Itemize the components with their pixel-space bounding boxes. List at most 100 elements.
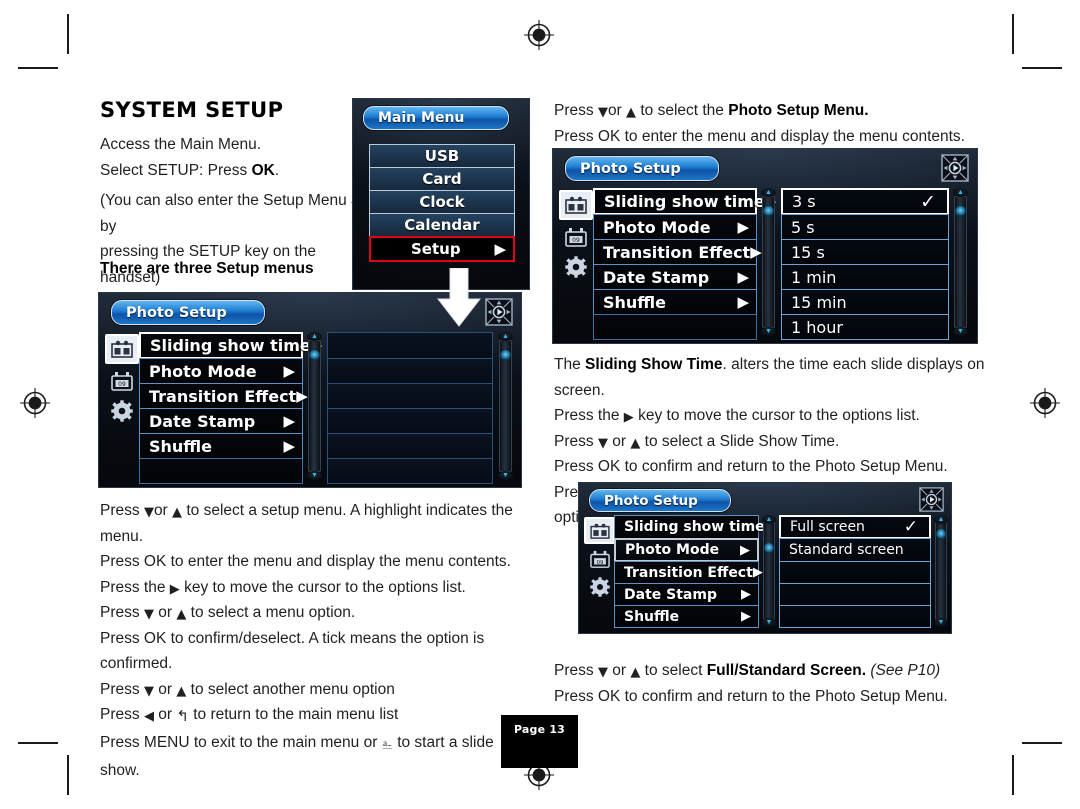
options-scrollbar-thumb[interactable] xyxy=(955,206,966,217)
gallery-icon[interactable] xyxy=(105,334,139,364)
menu-scrollbar-thumb[interactable] xyxy=(309,350,320,361)
menu-item-date-stamp[interactable]: Date Stamp ▶ xyxy=(593,264,757,290)
menu-scrollbar-thumb[interactable] xyxy=(763,206,774,217)
menu-item-date-stamp[interactable]: Date Stamp ▶ xyxy=(614,583,759,606)
menu-scrollbar[interactable]: ▲ ▼ xyxy=(762,515,776,627)
options-scrollbar[interactable]: ▲ ▼ xyxy=(953,188,968,336)
gear-icon[interactable] xyxy=(561,254,591,280)
scroll-down-icon[interactable]: ▼ xyxy=(761,327,776,336)
main-menu-item-setup-label: Setup xyxy=(411,240,461,258)
menu-item-shuffle[interactable]: Shuffle ▶ xyxy=(614,605,759,628)
menu-item-shuffle[interactable]: Shuffle ▶ xyxy=(139,433,303,459)
camera-icon[interactable]: 09 xyxy=(561,224,591,250)
main-menu-item-setup[interactable]: Setup ▶ xyxy=(369,236,515,262)
options-scrollbar-thumb[interactable] xyxy=(500,350,511,361)
option-label-1min: 1 min xyxy=(791,267,837,287)
scroll-up-icon[interactable]: ▲ xyxy=(953,188,968,197)
chevron-right-icon: ▶ xyxy=(740,542,750,558)
gear-icon[interactable] xyxy=(107,398,137,424)
option-label-standard-screen: Standard screen xyxy=(789,542,904,558)
see-p10-token: (See P10) xyxy=(870,662,941,679)
page-number-chip: Page 13 xyxy=(501,715,578,768)
option-row-15s[interactable]: 15 s xyxy=(781,239,949,265)
photo-setup-mode-screen: Photo Setup 09 Sliding show time Photo M… xyxy=(578,482,952,634)
menu-scrollbar-thumb[interactable] xyxy=(764,543,774,554)
middle-line-2: Press the ▶ key to move the cursor to th… xyxy=(554,407,920,425)
photo-setup-mode-menu-list: Sliding show time ▶ Photo Mode ▶ Transit… xyxy=(614,515,775,628)
main-menu-item-calendar[interactable]: Calendar xyxy=(369,213,515,237)
menu-scrollbar-track xyxy=(763,522,775,620)
menu-item-date-stamp-label: Date Stamp xyxy=(603,267,710,287)
menu-item-shuffle[interactable]: Shuffle ▶ xyxy=(593,289,757,315)
dpad-nav-icon[interactable] xyxy=(485,298,513,331)
menu-item-transition-effect[interactable]: Transition Effect ▶ xyxy=(139,383,308,409)
option-row[interactable] xyxy=(327,433,493,459)
option-row[interactable] xyxy=(327,332,493,359)
menu-item-sliding-show-time[interactable]: Sliding show time ▶ xyxy=(593,188,776,215)
option-row[interactable] xyxy=(327,458,493,484)
menu-item-sliding-show-time[interactable]: Sliding show time ▶ xyxy=(139,332,322,359)
option-row-full-screen[interactable]: Full screen ✓ xyxy=(779,515,931,539)
option-row[interactable] xyxy=(779,583,931,606)
dpad-nav-icon[interactable] xyxy=(919,487,944,517)
scroll-up-icon[interactable]: ▲ xyxy=(934,515,948,524)
photo-mode-options-list: Full screen ✓ Standard screen xyxy=(779,515,931,628)
option-row-3s[interactable]: 3 s ✓ xyxy=(781,188,949,215)
menu-item-transition-effect[interactable]: Transition Effect ▶ xyxy=(593,239,762,265)
gear-icon[interactable] xyxy=(586,575,613,598)
scroll-down-icon[interactable]: ▼ xyxy=(307,471,322,480)
option-row-5s[interactable]: 5 s xyxy=(781,214,949,240)
option-row[interactable] xyxy=(779,561,931,584)
middle-line-1: The Sliding Show Time. alters the time e… xyxy=(554,356,985,399)
scroll-up-icon[interactable]: ▲ xyxy=(307,332,322,341)
menu-item-photo-mode-label: Photo Mode xyxy=(149,361,257,381)
option-label-15s: 15 s xyxy=(791,242,825,262)
options-scrollbar[interactable]: ▲ ▼ xyxy=(934,515,948,627)
slideshow-icon: ⎁ xyxy=(381,736,393,753)
crop-mark-top-left-horizontal xyxy=(18,67,58,69)
scroll-down-icon[interactable]: ▼ xyxy=(762,618,776,627)
camera-icon[interactable]: 09 xyxy=(586,548,613,571)
scroll-up-icon[interactable]: ▲ xyxy=(762,515,776,524)
scroll-down-icon[interactable]: ▼ xyxy=(934,618,948,627)
option-row-1hour[interactable]: 1 hour xyxy=(781,314,949,340)
menu-item-photo-mode[interactable]: Photo Mode ▶ xyxy=(614,538,759,562)
chevron-right-icon: ▶ xyxy=(741,609,751,624)
option-row[interactable] xyxy=(327,383,493,409)
instruction-line: Press the ▶ key to move the cursor to th… xyxy=(100,578,466,597)
main-menu-item-calendar-label: Calendar xyxy=(404,216,480,234)
gallery-icon[interactable] xyxy=(584,517,615,544)
scroll-down-icon[interactable]: ▼ xyxy=(498,471,513,480)
option-row-15min[interactable]: 15 min xyxy=(781,289,949,315)
chevron-right-icon: ▶ xyxy=(737,267,749,286)
menu-scrollbar[interactable]: ▲ ▼ xyxy=(307,332,322,480)
registration-mark-left xyxy=(18,386,52,420)
main-menu-item-card[interactable]: Card xyxy=(369,167,515,191)
menu-item-sliding-show-time[interactable]: Sliding show time ▶ xyxy=(614,515,775,539)
menu-item-transition-effect[interactable]: Transition Effect ▶ xyxy=(614,561,763,584)
main-menu-item-usb[interactable]: USB xyxy=(369,144,515,168)
crop-mark-bottom-left-vertical xyxy=(67,755,69,795)
menu-item-date-stamp[interactable]: Date Stamp ▶ xyxy=(139,408,303,434)
crop-mark-top-right-horizontal xyxy=(1022,67,1062,69)
options-scrollbar[interactable]: ▲ ▼ xyxy=(498,332,513,480)
scroll-up-icon[interactable]: ▲ xyxy=(498,332,513,341)
menu-item-shuffle-label: Shuffle xyxy=(624,608,680,625)
camera-icon[interactable]: 09 xyxy=(107,368,137,394)
main-menu-item-clock[interactable]: Clock xyxy=(369,190,515,214)
scroll-up-icon[interactable]: ▲ xyxy=(761,188,776,197)
dpad-nav-icon[interactable] xyxy=(941,154,969,187)
option-row-standard-screen[interactable]: Standard screen xyxy=(779,538,931,562)
menu-item-photo-mode[interactable]: Photo Mode ▶ xyxy=(139,358,303,384)
option-row[interactable] xyxy=(779,605,931,628)
gallery-icon[interactable] xyxy=(559,190,593,220)
main-menu-item-clock-label: Clock xyxy=(419,193,465,211)
scroll-down-icon[interactable]: ▼ xyxy=(953,327,968,336)
options-scrollbar-thumb[interactable] xyxy=(936,529,946,540)
manual-page: SYSTEM SETUP Access the Main Menu. Selec… xyxy=(0,0,1080,809)
option-row[interactable] xyxy=(327,358,493,384)
menu-scrollbar[interactable]: ▲ ▼ xyxy=(761,188,776,336)
option-row-1min[interactable]: 1 min xyxy=(781,264,949,290)
menu-item-photo-mode[interactable]: Photo Mode ▶ xyxy=(593,214,757,240)
option-row[interactable] xyxy=(327,408,493,434)
